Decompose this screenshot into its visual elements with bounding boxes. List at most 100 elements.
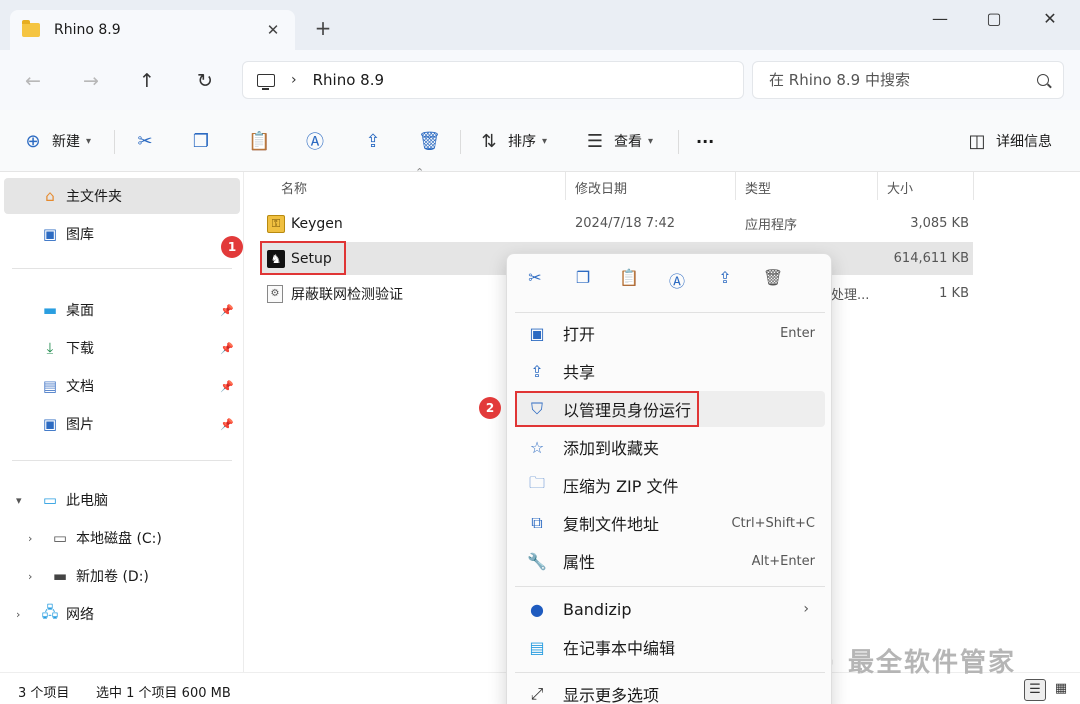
- wrench-icon: 🔧: [527, 551, 547, 571]
- sidebar-item-label: 此电脑: [66, 493, 108, 509]
- chevron-right-icon[interactable]: ›: [16, 608, 20, 621]
- rename-button[interactable]: Ⓐ: [304, 126, 326, 156]
- command-bar: ⊕ 新建 ▾ ✂ ❐ 📋 Ⓐ ⇪ 🗑 ⇅ 排序 ▾ ☰ 查看 ▾ ··· ◫ 详…: [0, 110, 1080, 172]
- share-icon: ⇪: [530, 361, 544, 381]
- file-type: 应用程序: [745, 218, 798, 233]
- column-header-type[interactable]: 类型: [745, 178, 771, 197]
- menu-item-copy-path[interactable]: ⧉ 复制文件地址 Ctrl+Shift+C: [515, 505, 825, 541]
- search-input[interactable]: [769, 71, 1037, 89]
- new-tab-button[interactable]: +: [312, 16, 334, 40]
- rename-icon[interactable]: Ⓐ: [663, 268, 691, 294]
- sort-label: 排序: [508, 134, 536, 150]
- sidebar-item-label: 网络: [66, 607, 94, 623]
- toolbar-divider: [460, 130, 461, 154]
- sidebar-item-documents[interactable]: ▤ 文档 📌: [4, 368, 240, 404]
- pin-icon[interactable]: 📌: [220, 342, 234, 355]
- path-box[interactable]: › Rhino 8.9: [242, 61, 744, 99]
- chevron-down-icon[interactable]: ▾: [16, 494, 22, 507]
- delete-button[interactable]: 🗑: [418, 126, 441, 156]
- sidebar-item-new-volume[interactable]: › ▬ 新加卷 (D:): [4, 558, 240, 594]
- column-header-modified[interactable]: 修改日期: [575, 178, 627, 197]
- column-divider[interactable]: [565, 172, 566, 200]
- item-count: 3 个项目: [18, 686, 70, 701]
- up-arrow-icon[interactable]: ↑: [132, 66, 162, 96]
- minimize-button[interactable]: —: [912, 6, 968, 32]
- share-button[interactable]: ⇪: [362, 126, 384, 156]
- menu-item-bandizip[interactable]: ● Bandizip ›: [515, 591, 825, 627]
- scissors-icon: ✂: [137, 130, 153, 152]
- sidebar-item-this-pc[interactable]: ▾ ▭ 此电脑: [4, 482, 240, 518]
- menu-item-shortcut: Alt+Enter: [751, 553, 815, 569]
- column-divider[interactable]: [735, 172, 736, 200]
- menu-item-label: 显示更多选项: [563, 686, 660, 704]
- pin-icon[interactable]: 📌: [220, 418, 234, 431]
- sidebar-item-downloads[interactable]: ⤓ 下载 📌: [4, 330, 240, 366]
- refresh-icon[interactable]: ↻: [190, 66, 220, 96]
- copy-path-icon: ⧉: [531, 513, 543, 532]
- share-icon[interactable]: ⇪: [711, 268, 739, 294]
- chevron-right-icon[interactable]: ›: [28, 570, 32, 583]
- file-explorer-window: Rhino 8.9 ✕ + — ▢ ✕ ← → ↑ ↻ › Rhino 8.9 …: [0, 0, 1080, 704]
- menu-item-label: 复制文件地址: [563, 515, 660, 534]
- column-divider[interactable]: [877, 172, 878, 200]
- close-button[interactable]: ✕: [1022, 6, 1078, 32]
- sidebar-item-gallery[interactable]: ▣ 图库: [4, 216, 240, 252]
- file-size: 1 KB: [939, 286, 969, 301]
- menu-item-properties[interactable]: 🔧 属性 Alt+Enter: [515, 543, 825, 579]
- column-divider[interactable]: [973, 172, 974, 200]
- paste-button[interactable]: 📋: [248, 126, 270, 156]
- menu-item-more-options[interactable]: ⤢ 显示更多选项: [515, 676, 825, 704]
- menu-item-edit-notepad[interactable]: ▤ 在记事本中编辑: [515, 629, 825, 665]
- breadcrumb-current[interactable]: Rhino 8.9: [313, 71, 384, 89]
- sidebar-item-pictures[interactable]: ▣ 图片 📌: [4, 406, 240, 442]
- view-label: 查看: [614, 134, 642, 150]
- trash-icon[interactable]: 🗑: [759, 268, 787, 294]
- copy-icon[interactable]: ❐: [569, 268, 597, 294]
- scissors-icon[interactable]: ✂: [521, 268, 549, 294]
- pin-icon[interactable]: 📌: [220, 304, 234, 317]
- search-icon[interactable]: [1037, 74, 1049, 86]
- menu-item-label: 压缩为 ZIP 文件: [563, 477, 679, 496]
- details-pane-button[interactable]: ◫ 详细信息: [966, 126, 1052, 156]
- sidebar-item-desktop[interactable]: ▬ 桌面 📌: [4, 292, 240, 328]
- sort-button[interactable]: ⇅ 排序 ▾: [478, 126, 547, 156]
- back-arrow-icon[interactable]: ←: [18, 66, 48, 96]
- chevron-right-icon[interactable]: ›: [28, 532, 32, 545]
- sort-ascending-icon: ⌃: [415, 166, 425, 179]
- pin-icon[interactable]: 📌: [220, 380, 234, 393]
- view-button[interactable]: ☰ 查看 ▾: [584, 126, 653, 156]
- column-header-size[interactable]: 大小: [887, 178, 913, 197]
- batch-file-icon: ⚙: [267, 284, 283, 303]
- chevron-right-icon: ›: [803, 601, 809, 617]
- view-list-icon: ☰: [586, 130, 604, 152]
- column-header-name[interactable]: 名称: [281, 178, 307, 197]
- menu-item-compress-zip[interactable]: 🗀 压缩为 ZIP 文件: [515, 467, 825, 503]
- search-box[interactable]: [752, 61, 1064, 99]
- maximize-button[interactable]: ▢: [966, 6, 1022, 32]
- tab-close-icon[interactable]: ✕: [263, 21, 283, 39]
- forward-arrow-icon[interactable]: →: [76, 66, 106, 96]
- network-icon: 🖧: [41, 602, 59, 621]
- navigation-pane: ⌂ 主文件夹 ▣ 图库 ▬ 桌面 📌 ⤓ 下载 📌 ▤ 文档 📌 ▣ 图片 📌: [0, 172, 244, 672]
- tab-rhino[interactable]: Rhino 8.9 ✕: [10, 10, 295, 50]
- menu-item-share[interactable]: ⇪ 共享: [515, 353, 825, 389]
- sidebar-item-label: 主文件夹: [66, 189, 122, 205]
- sidebar-item-network[interactable]: › 🖧 网络: [4, 596, 240, 632]
- copy-button[interactable]: ❐: [190, 126, 212, 156]
- annotation-box-setup: [260, 241, 346, 275]
- breadcrumb-chevron-icon[interactable]: ›: [291, 72, 297, 88]
- sidebar-item-home[interactable]: ⌂ 主文件夹: [4, 178, 240, 214]
- details-view-icon[interactable]: ☰: [1024, 679, 1046, 701]
- tiles-view-icon[interactable]: ▦: [1050, 679, 1072, 701]
- more-options-button[interactable]: ···: [696, 126, 714, 156]
- cut-button[interactable]: ✂: [134, 126, 156, 156]
- menu-item-add-favorite[interactable]: ☆ 添加到收藏夹: [515, 429, 825, 465]
- new-button[interactable]: ⊕ 新建 ▾: [22, 126, 91, 156]
- plus-circle-icon: ⊕: [25, 130, 41, 152]
- file-row-keygen[interactable]: ⚿ Keygen 2024/7/18 7:42 应用程序 3,085 KB: [261, 207, 973, 240]
- menu-item-open[interactable]: ▣ 打开 Enter: [515, 315, 825, 351]
- chevron-down-icon: ▾: [542, 135, 548, 147]
- sidebar-item-local-disk[interactable]: › ▭ 本地磁盘 (C:): [4, 520, 240, 556]
- sidebar-item-label: 新加卷 (D:): [76, 569, 149, 585]
- clipboard-icon[interactable]: 📋: [615, 268, 643, 294]
